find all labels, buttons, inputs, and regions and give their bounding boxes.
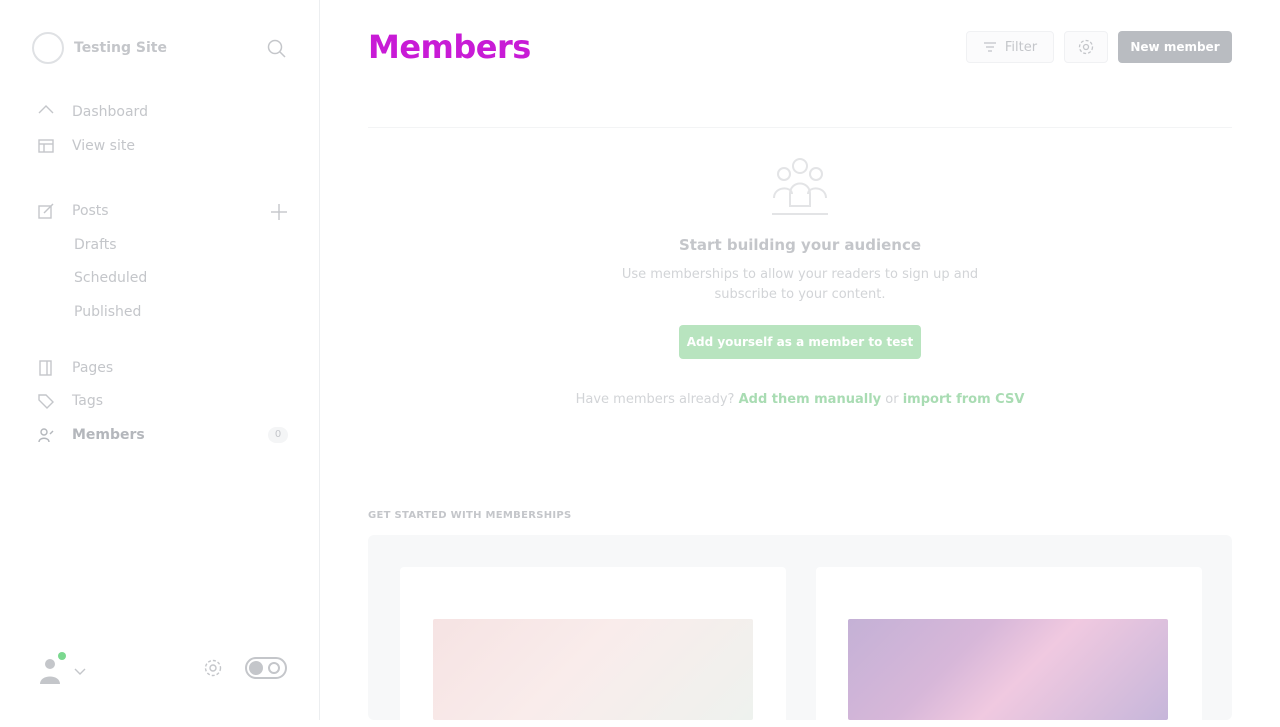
online-status-indicator xyxy=(58,652,66,660)
members-group-icon xyxy=(768,154,832,218)
gear-icon[interactable] xyxy=(202,657,224,679)
sidebar-item-view-site[interactable]: View site xyxy=(36,134,135,158)
sidebar-item-pages[interactable]: Pages xyxy=(36,356,113,380)
members-icon xyxy=(36,425,56,445)
sun-icon xyxy=(268,662,280,674)
plus-icon[interactable] xyxy=(268,201,290,223)
import-csv-link[interactable]: import from CSV xyxy=(903,392,1025,407)
have-members-prompt: Have members already? xyxy=(575,392,735,407)
sidebar-item-label: Tags xyxy=(72,393,103,409)
or-text: or xyxy=(885,392,899,407)
chevron-down-icon[interactable] xyxy=(74,662,86,675)
sidebar-item-label: Posts xyxy=(72,203,109,219)
card-image xyxy=(848,619,1168,720)
have-members-line: Have members already? Add them manually … xyxy=(368,392,1232,407)
members-count-badge: 0 xyxy=(268,427,288,443)
sidebar-item-dashboard[interactable]: Dashboard xyxy=(36,100,148,124)
sidebar-item-drafts[interactable]: Drafts xyxy=(74,237,117,253)
sidebar-item-members[interactable]: Members xyxy=(36,423,145,447)
view-site-icon xyxy=(36,136,56,156)
sidebar-item-label: Members xyxy=(72,427,145,443)
filter-icon xyxy=(983,42,996,52)
toggle-knob xyxy=(249,661,263,675)
site-brand[interactable]: Testing Site xyxy=(32,32,167,64)
header-divider xyxy=(368,127,1232,128)
sidebar-item-label: Dashboard xyxy=(72,104,148,120)
site-name: Testing Site xyxy=(74,40,167,56)
sidebar: Testing Site Dashboard View site Posts D… xyxy=(0,0,320,720)
sidebar-item-posts[interactable]: Posts xyxy=(36,199,109,223)
posts-icon xyxy=(36,201,56,221)
search-icon[interactable] xyxy=(266,38,288,60)
filter-button[interactable]: Filter xyxy=(966,31,1054,63)
empty-state-description: Use memberships to allow your readers to… xyxy=(621,267,979,302)
new-member-button[interactable]: New member xyxy=(1118,31,1232,63)
empty-state-title: Start building your audience xyxy=(678,236,922,254)
page-title: Members xyxy=(368,28,531,66)
sidebar-item-scheduled[interactable]: Scheduled xyxy=(74,270,147,286)
theme-toggle-icon[interactable] xyxy=(245,657,287,679)
filter-label: Filter xyxy=(1004,39,1038,55)
site-logo xyxy=(32,32,64,64)
add-manually-link[interactable]: Add them manually xyxy=(739,392,882,407)
tags-icon xyxy=(36,391,56,411)
sidebar-item-published[interactable]: Published xyxy=(74,304,141,320)
card-image xyxy=(433,619,753,720)
get-started-label: GET STARTED WITH MEMBERSHIPS xyxy=(368,510,572,521)
sidebar-item-label: Pages xyxy=(72,360,114,376)
gear-icon xyxy=(1078,39,1094,55)
pages-icon xyxy=(36,358,56,378)
sidebar-item-tags[interactable]: Tags xyxy=(36,389,103,413)
home-icon xyxy=(36,102,56,122)
members-settings-button[interactable] xyxy=(1064,31,1108,63)
sidebar-item-label: View site xyxy=(72,138,135,154)
add-yourself-button[interactable]: Add yourself as a member to test xyxy=(679,325,921,359)
user-avatar-icon[interactable] xyxy=(38,656,62,684)
